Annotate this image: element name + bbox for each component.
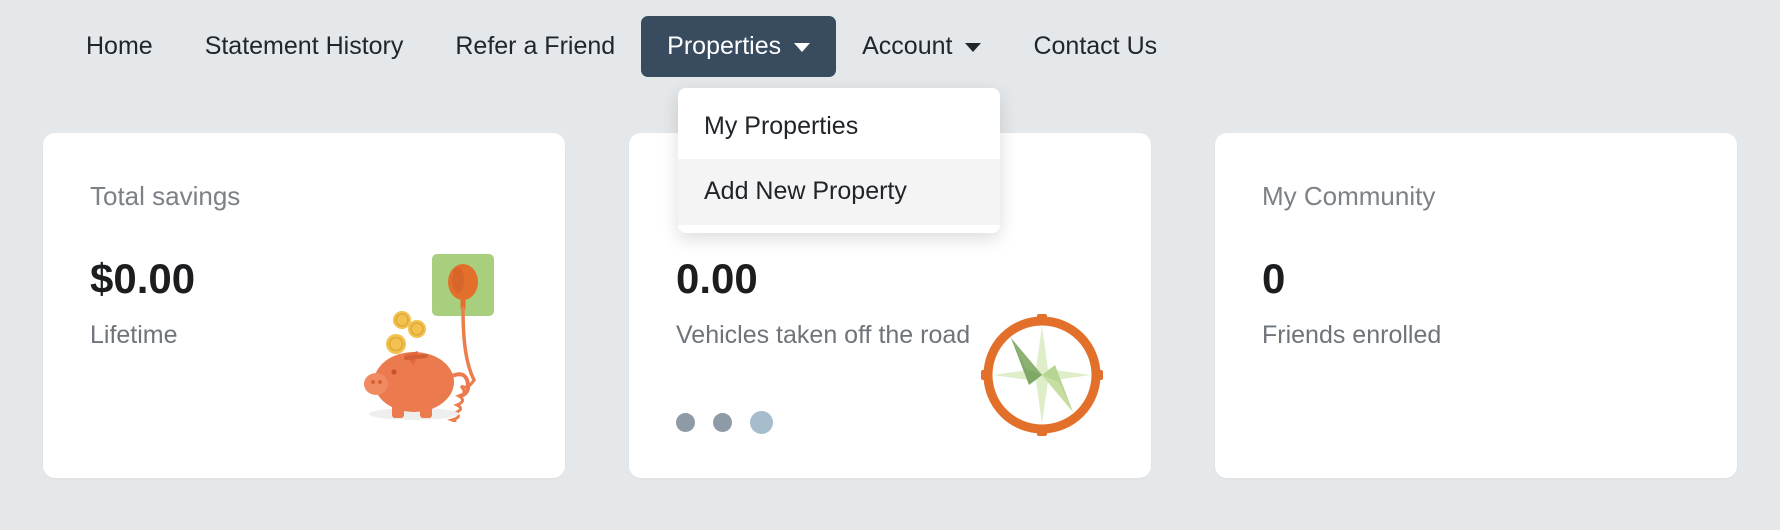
card-subtitle: Vehicles taken off the road [676, 321, 971, 349]
nav-item-label: Refer a Friend [455, 31, 616, 60]
card-subtitle: Lifetime [90, 321, 178, 349]
nav-item-label: Statement History [204, 31, 404, 60]
dropdown-item-add-new-property[interactable]: Add New Property [678, 159, 1000, 225]
nav-item-properties[interactable]: Properties [641, 15, 837, 77]
card-title: Total savings [90, 181, 241, 211]
compass-icon [981, 314, 1103, 436]
card-value: 0 [1262, 255, 1286, 302]
card-title: My Community [1262, 181, 1436, 211]
chevron-down-icon [794, 43, 811, 52]
carousel-dot[interactable] [676, 413, 695, 432]
nav-item-home[interactable]: Home [60, 16, 179, 77]
carousel-dot-active[interactable] [750, 411, 773, 434]
dropdown-item-label: My Properties [704, 112, 859, 140]
card-value: 0.00 [676, 255, 758, 302]
carousel-dot[interactable] [713, 413, 732, 432]
card-my-community: My Community 0 Friends enrolled Refer A … [1215, 133, 1737, 478]
nav-item-label: Account [862, 31, 953, 60]
properties-dropdown-menu: My Properties Add New Property [678, 88, 1000, 233]
nav-item-contact-us[interactable]: Contact Us [1007, 16, 1183, 77]
nav-item-refer-a-friend[interactable]: Refer a Friend [429, 16, 641, 77]
carousel-dots [676, 411, 773, 434]
main-navigation: Home Statement History Refer a Friend Pr… [0, 0, 1780, 92]
card-total-savings: Total savings $0.00 Lifetime [43, 133, 565, 478]
dropdown-item-label: Add New Property [704, 177, 907, 206]
nav-item-label: Contact Us [1033, 31, 1158, 60]
card-subtitle: Friends enrolled [1262, 321, 1442, 349]
nav-item-label: Properties [667, 31, 782, 60]
nav-item-account[interactable]: Account [836, 16, 1007, 77]
card-value: $0.00 [90, 255, 196, 302]
nav-item-label: Home [86, 31, 153, 60]
chevron-down-icon [965, 43, 982, 52]
nav-item-statement-history[interactable]: Statement History [179, 16, 430, 77]
piggy-bank-icon [364, 254, 494, 422]
dropdown-item-my-properties[interactable]: My Properties [678, 94, 1000, 159]
